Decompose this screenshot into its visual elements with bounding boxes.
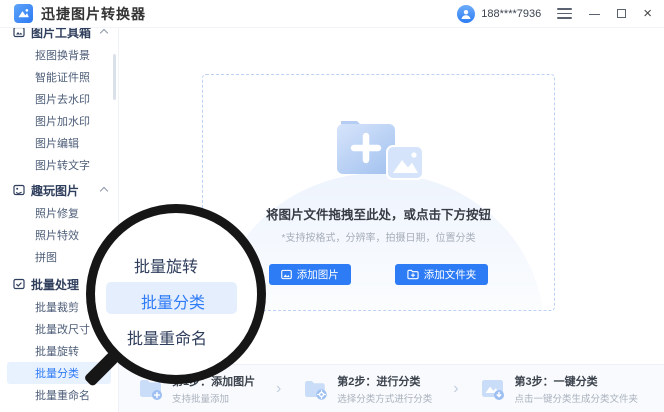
add-folder-button[interactable]: 添加文件夹 <box>394 264 489 285</box>
step-3: 第3步：一键分类 点击一键分类生成分类文件夹 <box>479 373 638 405</box>
picture-icon <box>280 269 292 280</box>
dropzone-headline: 将图片文件拖拽至此处，或点击下方按钮 <box>265 208 491 222</box>
sidebar-item-image-to-text[interactable]: 图片转文字 <box>0 154 118 176</box>
sidebar-section-fun-images[interactable]: 趣玩图片 <box>0 178 118 202</box>
step-title: 第2步：进行分类 <box>337 375 421 388</box>
minimize-button[interactable] <box>589 12 601 16</box>
image-toolbox-icon <box>13 28 25 38</box>
add-folder-label: 添加文件夹 <box>423 269 477 281</box>
step-title: 第3步：一键分类 <box>514 375 598 388</box>
sidebar: 图片工具箱 抠图换背景 智能证件照 图片去水印 图片加水印 图片编辑 图片转文字… <box>0 28 119 412</box>
titlebar: 迅捷图片转换器 188****7936 × <box>0 0 664 28</box>
sidebar-item-cutout-background[interactable]: 抠图换背景 <box>0 44 118 66</box>
step2-classify-icon <box>305 381 327 400</box>
chevron-up-icon[interactable] <box>99 186 109 196</box>
section-label: 批量处理 <box>31 277 80 292</box>
close-button[interactable]: × <box>643 6 652 21</box>
dropzone-note: *支持按格式，分辨率，拍摄日期，位置分类 <box>281 233 476 244</box>
step-subtitle: 选择分类方式进行分类 <box>337 393 433 405</box>
add-images-label: 添加图片 <box>296 269 339 281</box>
magnified-item-batch-rotate: 批量旋转 <box>134 259 199 276</box>
batch-processing-icon <box>13 278 25 290</box>
sidebar-item-photo-effects[interactable]: 照片特效 <box>0 224 118 246</box>
step-2: 第2步：进行分类 选择分类方式进行分类 <box>302 373 432 405</box>
magnified-item-batch-rename: 批量重命名 <box>127 331 208 348</box>
step-arrow-icon: › <box>276 379 282 397</box>
add-images-button[interactable]: 添加图片 <box>268 264 351 285</box>
section-label: 趣玩图片 <box>31 183 80 198</box>
step-arrow-icon: › <box>453 379 459 397</box>
account-number[interactable]: 188****7936 <box>481 8 541 20</box>
magnified-item-batch-classify: 批量分类 <box>141 295 206 312</box>
app-window: 迅捷图片转换器 188****7936 × 图片工具箱 抠图换背景 智能证件照 … <box>0 0 664 412</box>
maximize-button[interactable] <box>617 9 627 18</box>
fun-images-icon <box>13 184 25 196</box>
sidebar-item-add-watermark[interactable]: 图片加水印 <box>0 110 118 132</box>
folder-plus-icon <box>407 269 419 280</box>
sidebar-item-remove-watermark[interactable]: 图片去水印 <box>0 88 118 110</box>
sidebar-item-smart-id-photo[interactable]: 智能证件照 <box>0 66 118 88</box>
section-label: 图片工具箱 <box>31 28 92 40</box>
app-logo-icon <box>14 4 33 23</box>
chevron-up-icon[interactable] <box>99 28 109 38</box>
sidebar-item-photo-repair[interactable]: 照片修复 <box>0 202 118 224</box>
app-title: 迅捷图片转换器 <box>41 5 146 22</box>
menu-icon[interactable] <box>557 8 573 19</box>
sidebar-item-image-edit[interactable]: 图片编辑 <box>0 132 118 154</box>
sidebar-item-batch-rename[interactable]: 批量重命名 <box>0 384 118 406</box>
step-subtitle: 支持批量添加 <box>172 393 230 405</box>
step-subtitle: 点击一键分类生成分类文件夹 <box>514 393 638 405</box>
step3-one-key-classify-icon <box>482 380 505 400</box>
sidebar-section-image-toolbox[interactable]: 图片工具箱 <box>0 28 118 44</box>
user-avatar[interactable] <box>457 4 476 23</box>
add-folder-illustration-icon <box>329 115 429 186</box>
